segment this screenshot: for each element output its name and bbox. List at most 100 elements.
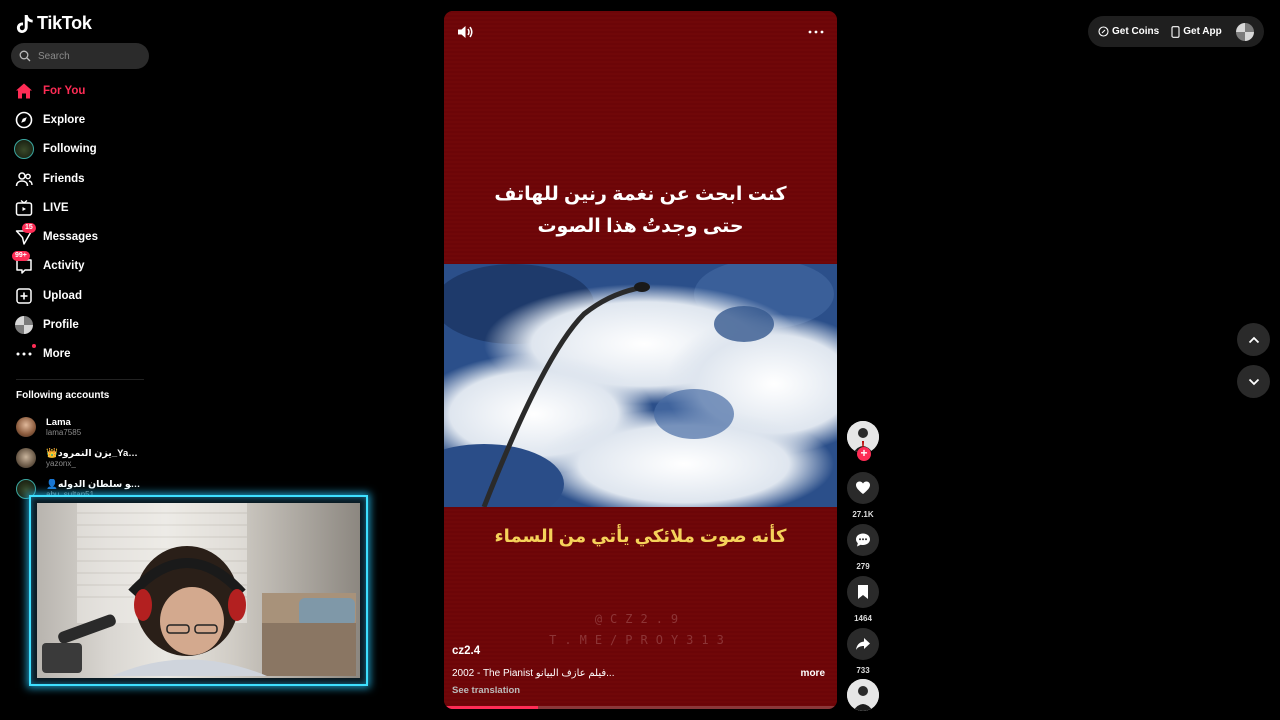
webcam-overlay — [29, 495, 368, 686]
nav-label: Explore — [43, 113, 86, 126]
nav-item-profile[interactable]: Profile — [0, 310, 160, 339]
comment-count: 279 — [856, 562, 870, 571]
video-caption-top: كنت ابحث عن نغمة رنين للهاتف حتى وجدتُ ه… — [444, 179, 837, 243]
share-icon — [856, 638, 870, 650]
caption-line: حتى وجدتُ هذا الصوت — [537, 216, 744, 237]
see-translation-link[interactable]: See translation — [452, 685, 520, 696]
account-name: 👑يزن النمرود_Yazon... — [46, 447, 142, 459]
video-description: 2002 - The Pianist فيلم عازف البيانو... — [452, 668, 615, 679]
account-handle: yazonx_ — [46, 458, 76, 468]
nav-item-following[interactable]: Following — [0, 135, 160, 164]
nav-label: For You — [43, 84, 86, 97]
next-video-creator-avatar[interactable] — [847, 679, 879, 711]
search-icon — [19, 50, 31, 62]
search-input[interactable] — [38, 50, 138, 62]
nav-label: Friends — [43, 172, 85, 185]
video-player[interactable]: كنت ابحث عن نغمة رنين للهاتف حتى وجدتُ ه… — [444, 11, 837, 709]
upload-icon — [14, 286, 34, 306]
activity-badge: 99+ — [12, 251, 30, 262]
nav-label: Profile — [43, 319, 79, 332]
coin-icon — [1098, 26, 1109, 37]
search-bar[interactable] — [11, 43, 149, 69]
share-count: 733 — [856, 666, 870, 675]
nav-label: Upload — [43, 289, 82, 302]
bookmark-icon — [858, 585, 868, 599]
video-progress-fill — [444, 706, 539, 709]
nav-label: Activity — [43, 260, 85, 273]
get-app-link[interactable]: Get App — [1171, 25, 1222, 38]
sidebar-divider — [16, 379, 144, 380]
like-count: 27.1K — [852, 510, 874, 519]
more-options-icon[interactable] — [807, 23, 825, 41]
previous-video-button[interactable] — [1237, 323, 1270, 356]
following-account[interactable]: Lama lama7585 — [16, 411, 156, 442]
tiktok-logo[interactable]: TikTok — [16, 13, 92, 34]
webcam-feed — [37, 503, 360, 678]
home-icon — [14, 81, 34, 101]
following-accounts-title: Following accounts — [16, 390, 110, 401]
like-action: 27.1K — [847, 472, 879, 519]
video-caption-bottom: كأنه صوت ملائكي يأتي من السماء — [494, 526, 787, 546]
chevron-up-icon — [1248, 336, 1259, 343]
live-icon — [14, 198, 34, 218]
caption-line: كنت ابحث عن نغمة رنين للهاتف — [494, 184, 787, 205]
following-avatar-icon — [14, 139, 34, 160]
more-notification-dot — [32, 344, 36, 349]
follow-plus-button[interactable]: + — [857, 447, 871, 461]
nav-label: More — [43, 348, 71, 361]
heart-icon — [856, 481, 870, 494]
comment-action: 279 — [847, 524, 879, 571]
main-nav: For You Explore Following Friends LIVE 1… — [0, 76, 160, 369]
more-icon — [14, 344, 36, 364]
save-button[interactable] — [847, 576, 879, 608]
save-action: 1464 — [847, 576, 879, 623]
watermark-line: @CZ2.9 — [594, 612, 687, 626]
volume-icon[interactable] — [456, 23, 474, 41]
following-account[interactable]: 👑يزن النمرود_Yazon... yazonx_ — [16, 442, 156, 473]
nav-label: Messages — [43, 231, 98, 244]
profile-icon — [14, 315, 34, 335]
compass-icon — [14, 110, 34, 130]
comment-icon — [856, 533, 870, 547]
sky-image — [444, 264, 837, 507]
comment-button[interactable] — [847, 524, 879, 556]
following-accounts-list: Lama lama7585 👑يزن النمرود_Yazon... yazo… — [16, 411, 156, 504]
nav-item-messages[interactable]: 15 Messages — [0, 222, 160, 251]
nav-item-friends[interactable]: Friends — [0, 164, 160, 193]
messages-badge: 15 — [22, 223, 36, 234]
friends-icon — [14, 169, 34, 189]
nav-label: LIVE — [43, 201, 69, 214]
get-coins-label: Get Coins — [1112, 26, 1160, 37]
tiktok-logo-icon — [16, 14, 33, 33]
phone-icon — [1171, 25, 1180, 38]
nav-item-activity[interactable]: 99+ Activity — [0, 251, 160, 281]
next-video-button[interactable] — [1237, 365, 1270, 398]
video-watermark: @CZ2.9 T.ME/PROY313 — [444, 609, 837, 651]
nav-label: Following — [43, 143, 97, 156]
video-progress-bar[interactable] — [444, 706, 837, 709]
account-handle: lama7585 — [46, 427, 82, 437]
nav-item-live[interactable]: LIVE — [0, 193, 160, 222]
activity-icon: 99+ — [12, 251, 34, 276]
description-more-link[interactable]: more — [801, 668, 825, 679]
share-action: 733 — [847, 628, 879, 675]
like-button[interactable] — [847, 472, 879, 504]
video-author[interactable]: cz2.4 — [452, 645, 480, 657]
avatar — [16, 447, 36, 468]
chevron-down-icon — [1248, 378, 1259, 385]
nav-item-upload[interactable]: Upload — [0, 281, 160, 310]
webcam-scene — [42, 503, 356, 676]
account-name: 👤أبو سلطان الدوله)... — [46, 478, 142, 490]
avatar — [16, 416, 36, 437]
nav-item-for-you[interactable]: For You — [0, 76, 160, 105]
nav-item-explore[interactable]: Explore — [0, 105, 160, 134]
nav-item-more[interactable]: More — [0, 340, 160, 369]
save-count: 1464 — [854, 614, 872, 623]
share-button[interactable] — [847, 628, 879, 660]
get-coins-link[interactable]: Get Coins — [1098, 26, 1159, 37]
messages-icon: 15 — [14, 223, 36, 247]
user-avatar[interactable] — [1235, 22, 1254, 41]
get-app-label: Get App — [1183, 26, 1222, 37]
top-actions-bar: Get Coins Get App — [1088, 16, 1264, 47]
brand-name: TikTok — [37, 13, 92, 33]
